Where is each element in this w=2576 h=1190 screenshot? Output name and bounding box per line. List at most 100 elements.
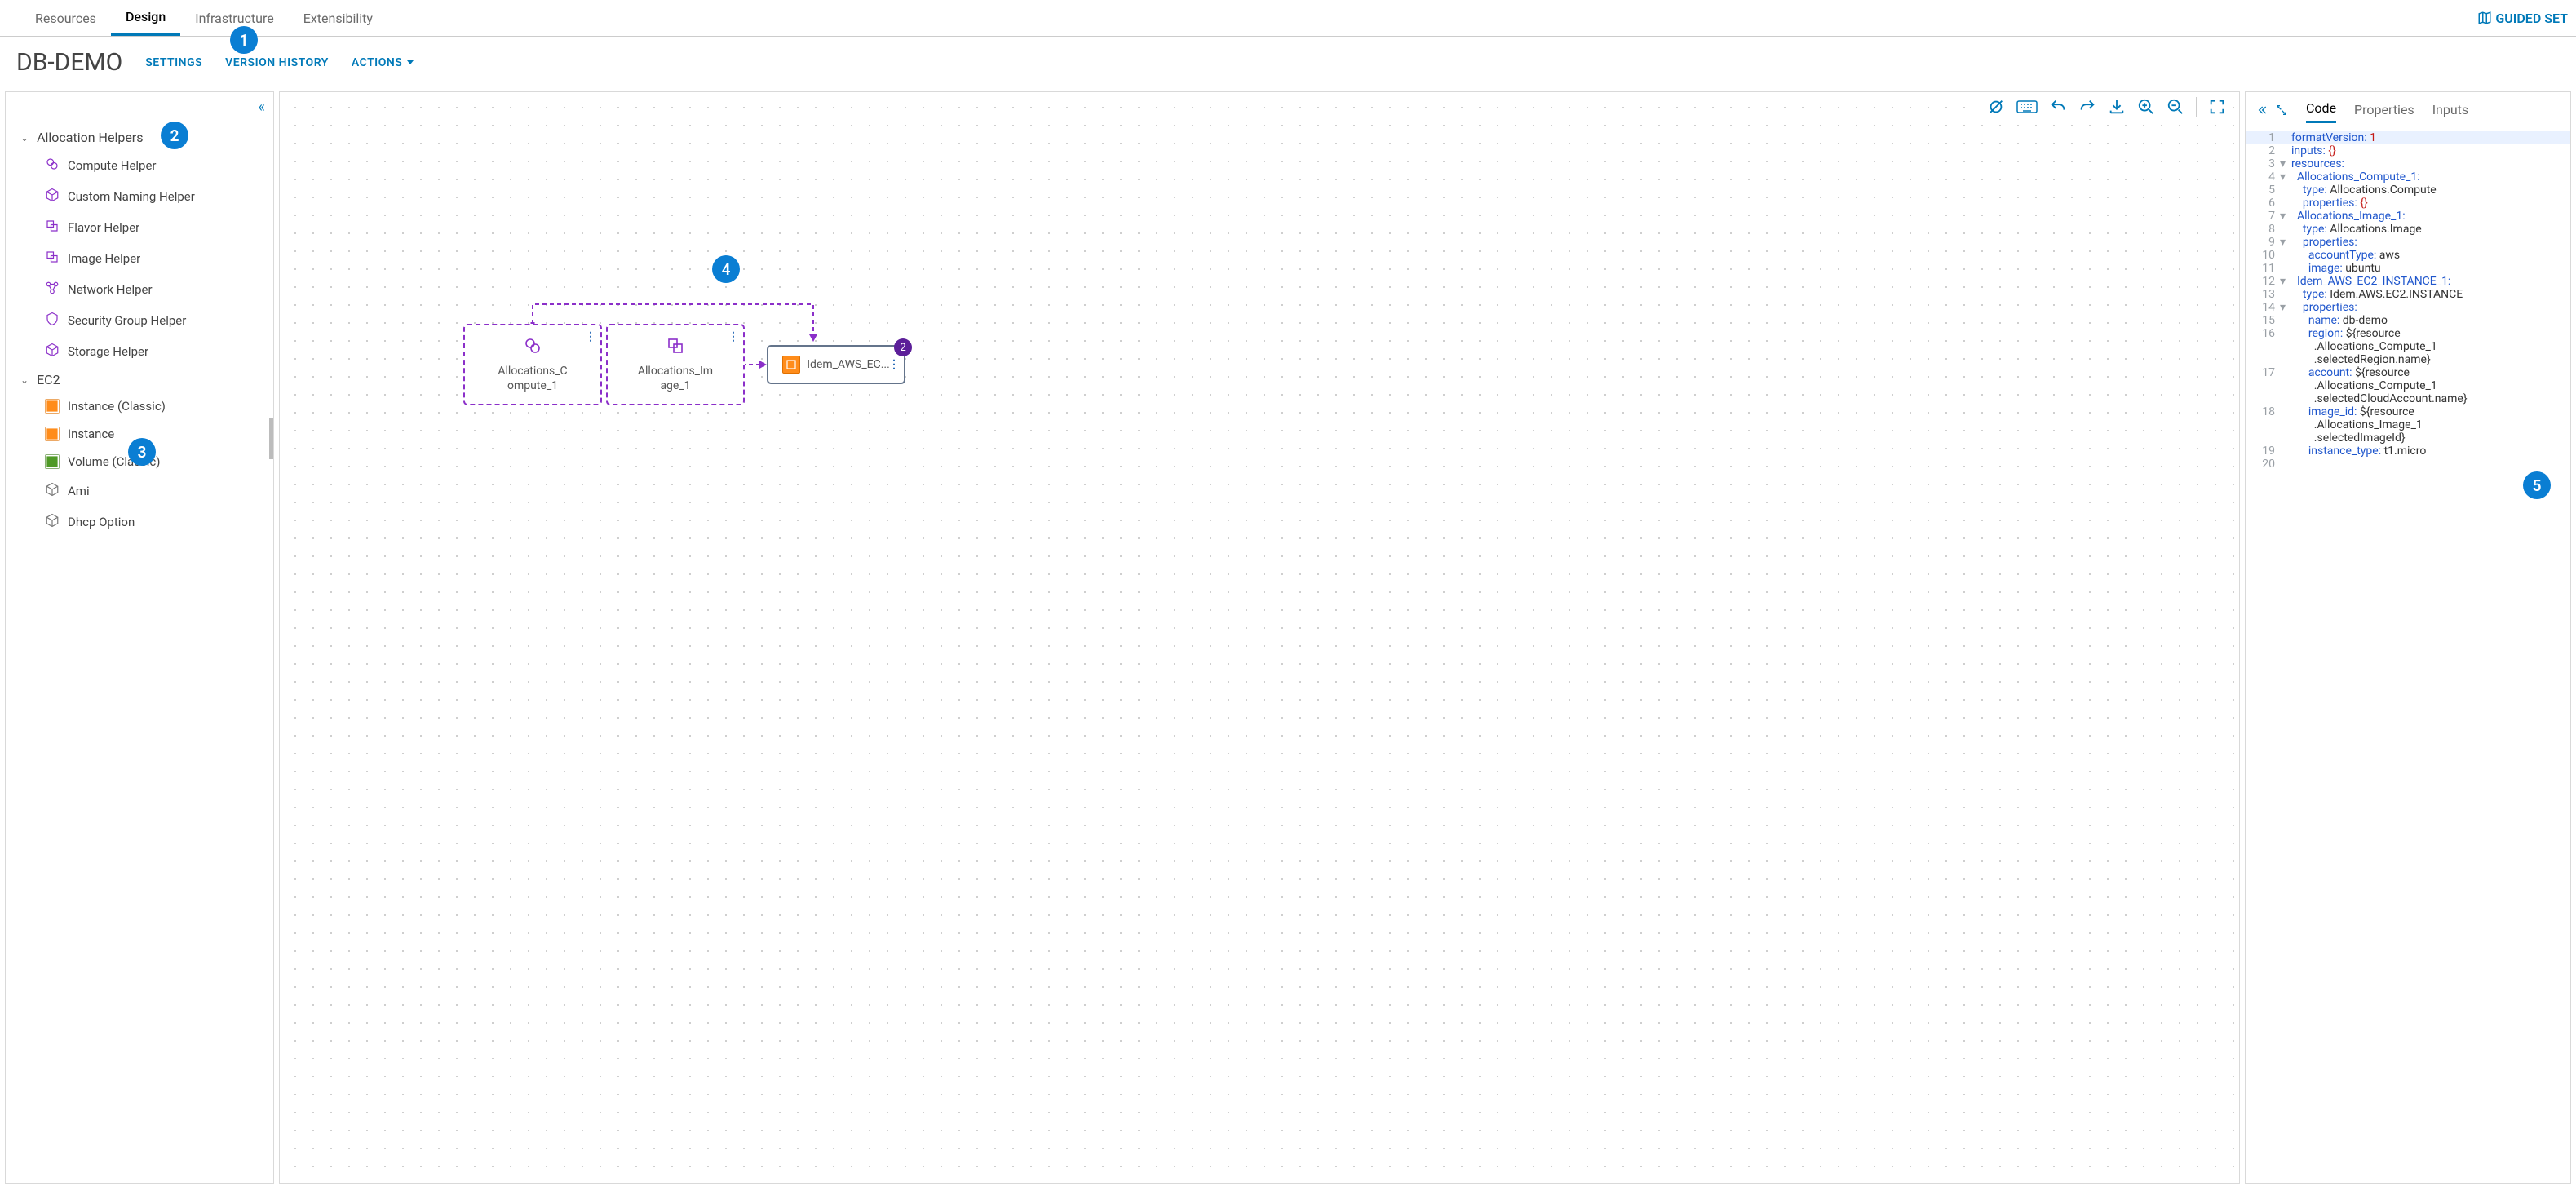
code-line[interactable]: .Allocations_Compute_1 <box>2246 340 2570 353</box>
canvas-node-allocations-compute[interactable]: ⋮ Allocations_Compute_1 <box>463 324 602 405</box>
connector-image-to-ec2 <box>280 92 932 500</box>
code-line[interactable]: 1formatVersion: 1 <box>2246 131 2570 144</box>
node-actions-icon[interactable]: ⋮ <box>585 330 595 343</box>
code-line[interactable]: .selectedImageId} <box>2246 431 2570 445</box>
code-tab-code[interactable]: Code <box>2306 100 2336 123</box>
callout-1: 1 <box>230 26 258 54</box>
palette-item[interactable]: Instance (Classic) <box>6 392 273 420</box>
keyboard-icon[interactable] <box>2016 99 2038 115</box>
palette-item[interactable]: Compute Helper <box>6 150 273 181</box>
code-tab-properties[interactable]: Properties <box>2354 102 2414 122</box>
guided-setup-link[interactable]: GUIDED SET <box>2477 11 2568 26</box>
map-icon <box>2477 11 2492 25</box>
palette-item-label: Image Helper <box>68 251 140 266</box>
code-line[interactable]: 18 image_id: ${resource <box>2246 405 2570 418</box>
code-line[interactable]: 5 type: Allocations.Compute <box>2246 184 2570 197</box>
palette-item-label: Instance <box>68 427 114 441</box>
download-icon[interactable] <box>2108 98 2126 116</box>
redo-icon[interactable] <box>2078 98 2096 116</box>
code-line[interactable]: 9▾ properties: <box>2246 236 2570 249</box>
palette-item-label: Security Group Helper <box>68 313 186 328</box>
node-label: Idem_AWS_EC... <box>807 358 890 371</box>
palette-item[interactable]: Image Helper <box>6 243 273 274</box>
code-line[interactable]: 14▾ properties: <box>2246 301 2570 314</box>
blueprint-header: DB-DEMO SETTINGS VERSION HISTORY ACTIONS… <box>0 37 2576 88</box>
code-line[interactable]: .selectedCloudAccount.name} <box>2246 392 2570 405</box>
code-tab-inputs[interactable]: Inputs <box>2432 102 2468 122</box>
code-line[interactable]: 16 region: ${resource <box>2246 327 2570 340</box>
code-line[interactable]: 20 <box>2246 458 2570 471</box>
palette-item[interactable]: Storage Helper <box>6 336 273 367</box>
nav-tab-extensibility[interactable]: Extensibility <box>289 0 387 36</box>
code-line[interactable]: .Allocations_Image_1 <box>2246 418 2570 431</box>
callout-2: 2 <box>161 122 188 149</box>
palette-item-label: Flavor Helper <box>68 220 139 235</box>
aws-green-icon <box>45 454 60 469</box>
nav-tab-resources[interactable]: Resources <box>20 0 111 36</box>
node-label: Allocations_Image_1 <box>638 364 713 393</box>
code-line[interactable]: 11 image: ubuntu <box>2246 262 2570 275</box>
collapse-panel-icon[interactable] <box>2255 104 2268 120</box>
divider <box>2196 97 2197 117</box>
settings-link[interactable]: SETTINGS <box>145 56 202 69</box>
canvas-node-allocations-image[interactable]: ⋮ Allocations_Image_1 <box>606 324 745 405</box>
compute-helper-icon <box>523 336 542 359</box>
code-line[interactable]: .Allocations_Compute_1 <box>2246 379 2570 392</box>
code-line[interactable]: 3▾resources: <box>2246 157 2570 170</box>
node-actions-icon[interactable]: ⋮ <box>888 358 899 371</box>
node-actions-icon[interactable]: ⋮ <box>728 330 738 343</box>
code-line[interactable]: 8 type: Allocations.Image <box>2246 223 2570 236</box>
cube-icon <box>45 188 60 206</box>
palette-item[interactable]: Security Group Helper <box>6 305 273 336</box>
zoom-out-icon[interactable] <box>2167 98 2184 116</box>
canvas-toolbar <box>1981 94 2233 120</box>
fullscreen-icon[interactable] <box>2208 98 2226 116</box>
code-line[interactable]: 17 account: ${resource <box>2246 366 2570 379</box>
code-line[interactable]: 10 accountType: aws <box>2246 249 2570 262</box>
version-history-link[interactable]: VERSION HISTORY <box>225 56 329 69</box>
zoom-in-icon[interactable] <box>2137 98 2155 116</box>
security-icon <box>45 312 60 330</box>
aws-instance-icon <box>782 356 800 374</box>
code-line[interactable]: 19 instance_type: t1.micro <box>2246 445 2570 458</box>
palette-item[interactable]: Ami <box>6 476 273 507</box>
code-line[interactable]: 4▾ Allocations_Compute_1: <box>2246 170 2570 184</box>
code-line[interactable]: 6 properties: {} <box>2246 197 2570 210</box>
canvas-node-idem-aws-ec2[interactable]: 2 Idem_AWS_EC... ⋮ <box>767 345 905 384</box>
flavor-icon <box>45 219 60 237</box>
collapse-sidebar-icon[interactable]: « <box>259 99 265 116</box>
toggle-view-icon[interactable] <box>1987 98 2005 116</box>
code-line[interactable]: 12▾ Idem_AWS_EC2_INSTANCE_1: <box>2246 275 2570 288</box>
aws-orange-icon <box>45 427 60 441</box>
code-line[interactable]: .selectedRegion.name} <box>2246 353 2570 366</box>
code-line[interactable]: 7▾ Allocations_Image_1: <box>2246 210 2570 223</box>
code-line[interactable]: 2inputs: {} <box>2246 144 2570 157</box>
palette-item[interactable]: Network Helper <box>6 274 273 305</box>
scrollbar-indicator[interactable] <box>269 418 273 459</box>
palette-group-label: EC2 <box>37 372 60 387</box>
cube-gray-icon <box>45 482 60 500</box>
undo-icon[interactable] <box>2049 98 2067 116</box>
palette-item-label: Custom Naming Helper <box>68 189 195 204</box>
palette-item-label: Storage Helper <box>68 344 148 359</box>
aws-orange-icon <box>45 399 60 414</box>
palette-item-label: Dhcp Option <box>68 515 135 529</box>
palette-item[interactable]: Custom Naming Helper <box>6 181 273 212</box>
expand-panel-icon[interactable] <box>2275 104 2288 120</box>
palette-group-ec2[interactable]: ⌄ EC2 <box>6 367 273 392</box>
code-line[interactable]: 13 type: Idem.AWS.EC2.INSTANCE <box>2246 288 2570 301</box>
palette-item-label: Compute Helper <box>68 158 157 173</box>
node-badge: 2 <box>894 338 912 356</box>
design-canvas[interactable]: 4 <box>279 91 2240 1184</box>
palette-item[interactable]: Flavor Helper <box>6 212 273 243</box>
palette-group-allocation-helpers[interactable]: ⌄ Allocation Helpers 2 <box>6 125 273 150</box>
palette-item[interactable]: Dhcp Option <box>6 507 273 537</box>
palette-group-label: Allocation Helpers <box>37 130 143 145</box>
code-panel: Code Properties Inputs 1formatVersion: 1… <box>2245 91 2571 1184</box>
image-icon <box>45 250 60 268</box>
code-editor[interactable]: 1formatVersion: 12inputs: {}3▾resources:… <box>2246 131 2570 471</box>
actions-menu[interactable]: ACTIONS <box>352 56 414 69</box>
nav-tab-design[interactable]: Design <box>111 0 180 36</box>
code-panel-tabs: Code Properties Inputs <box>2246 92 2570 131</box>
code-line[interactable]: 15 name: db-demo <box>2246 314 2570 327</box>
